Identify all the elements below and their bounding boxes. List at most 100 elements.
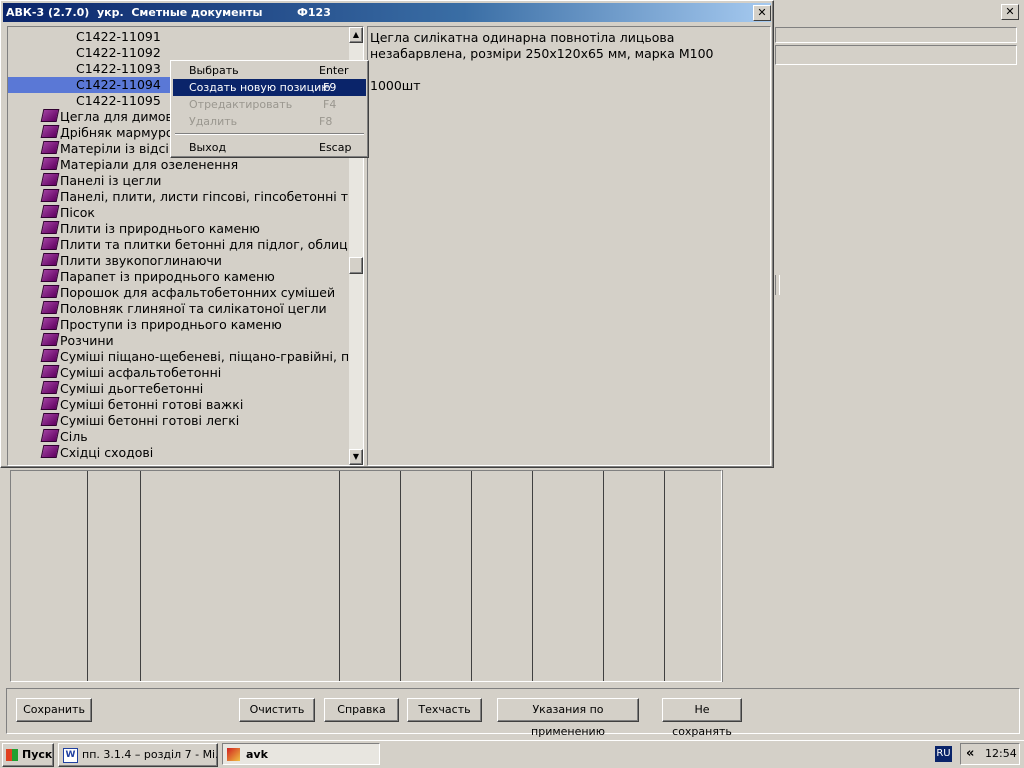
tree-item-label: Суміші бетонні готові легкі [60, 413, 240, 428]
tree-item-label: Суміші дьогтебетонні [60, 381, 204, 396]
scroll-up-button[interactable]: ▲ [349, 27, 363, 43]
tree-item[interactable]: Суміші піщано-щебеневі, піщано-гравійні,… [40, 349, 348, 365]
tree-item[interactable]: Порошок для асфальтобетонних сумішей [40, 285, 336, 301]
clock: 12:54 [985, 747, 1017, 760]
book-icon [40, 125, 60, 138]
windows-logo-icon [6, 749, 18, 761]
avk-icon [227, 748, 240, 761]
tree-item-label: Цегла для димови [60, 109, 182, 124]
scroll-down-button[interactable]: ▼ [349, 449, 363, 465]
tree-item-label: Суміші асфальтобетонні [60, 365, 222, 380]
book-icon [40, 189, 60, 202]
book-icon [40, 349, 60, 362]
book-icon [40, 269, 60, 282]
book-icon [40, 205, 60, 218]
help-button[interactable]: Справка [324, 698, 399, 722]
tree-item-label: С1422-11091 [76, 29, 161, 44]
tree-item-label: Дрібняк мармуро [60, 125, 174, 140]
menu-item-edit: Отредактировать F4 [189, 98, 337, 111]
tree-item-label: Східці сходові [60, 445, 154, 460]
menu-item-create-new[interactable]: Создать новую позицию F9 [173, 79, 366, 96]
tree-item[interactable]: С1422-11092 [8, 45, 348, 61]
tree-item-label: Матеріали для озеленення [60, 157, 239, 172]
bg-field-2 [775, 45, 1017, 65]
tree-item-label: Розчини [60, 333, 114, 348]
dialog-titlebar: АВК-3 (2.7.0) укр. Сметные документы Ф12… [3, 3, 771, 22]
tree-item-label: Проступи із природнього каменю [60, 317, 282, 332]
book-icon [40, 301, 60, 314]
menu-item-select[interactable]: Выбрать Enter [173, 62, 366, 79]
dont-save-button[interactable]: Не сохранять [662, 698, 742, 738]
tree-item[interactable]: Пісок [40, 205, 95, 221]
tree-item[interactable]: Сіль [40, 429, 88, 445]
close-icon: ✕ [757, 6, 767, 19]
scroll-thumb[interactable] [349, 257, 363, 274]
book-icon [40, 445, 60, 458]
tree-item[interactable]: Плити та плитки бетонні для підлог, обли… [40, 237, 348, 253]
word-icon: W [63, 748, 78, 763]
tree-item[interactable]: Розчини [40, 333, 114, 349]
tree-item-label: Суміші піщано-щебеневі, піщано-гравійні,… [60, 349, 348, 364]
menu-item-delete: Удалить F8 [189, 115, 333, 128]
tree-item[interactable]: Східці сходові [40, 445, 154, 461]
tree-item[interactable]: Цегла для димови [40, 109, 182, 125]
tree-item[interactable]: Дрібняк мармуро [40, 125, 174, 141]
tree-item[interactable]: Панелі із цегли [40, 173, 161, 189]
tree-item[interactable]: Половняк глиняної та силікатоної цегли [40, 301, 327, 317]
tree-item[interactable]: Плити звукопоглинаючи [40, 253, 222, 269]
estimate-grid[interactable] [10, 470, 722, 682]
tree-item-label: Пісок [60, 205, 95, 220]
tree-item-label: Плити звукопоглинаючи [60, 253, 222, 268]
tree-item-label: С1422-11092 [76, 45, 161, 60]
detail-unit: 1000шт [370, 78, 421, 93]
book-icon [40, 285, 60, 298]
start-button[interactable]: Пуск [2, 743, 54, 767]
tree-item-label: Сіль [60, 429, 88, 444]
tree-item-label: Плити та плитки бетонні для підлог, обли… [60, 237, 348, 252]
tree-item[interactable]: Суміші бетонні готові легкі [40, 413, 240, 429]
tree-item[interactable]: Плити із природнього каменю [40, 221, 260, 237]
tray-expand-icon[interactable]: « [966, 746, 974, 761]
tree-item-label: Половняк глиняної та силікатоної цегли [60, 301, 327, 316]
scroll-down-arrow-icon: ▼ [352, 452, 360, 461]
detail-name-line2: незабарвлена, розміри 250х120х65 мм, мар… [370, 46, 714, 61]
background-close-button[interactable]: ✕ [1001, 4, 1019, 20]
clear-button[interactable]: Очистить [239, 698, 315, 722]
tree-item-label: С1422-11094 [76, 77, 161, 92]
detail-name-line1: Цегла силікатна одинарна повнотіла лицьо… [370, 30, 675, 45]
tree-item[interactable]: Панелі, плити, листи гіпсові, гіпсобетон… [40, 189, 348, 205]
instructions-button[interactable]: Указания по применению [497, 698, 639, 738]
taskbar: Пуск W пп. 3.1.4 – розділ 7 - Mi... avk … [0, 740, 1024, 768]
tree-item-label: Матеріли із відсів [60, 141, 177, 156]
dialog-close-button[interactable]: ✕ [753, 5, 771, 21]
grid-right-edge [722, 470, 723, 682]
tree-item[interactable]: Матеріали для озеленення [40, 157, 239, 173]
tree-item-label: Порошок для асфальтобетонних сумішей [60, 285, 336, 300]
detail-panel: Цегла силікатна одинарна повнотіла лицьо… [367, 26, 771, 466]
tree-item[interactable]: С1422-11091 [8, 29, 348, 45]
tree-item[interactable]: Суміші дьогтебетонні [40, 381, 204, 397]
book-icon [40, 333, 60, 346]
book-icon [40, 237, 60, 250]
task-word[interactable]: W пп. 3.1.4 – розділ 7 - Mi... [58, 743, 218, 767]
techpart-button[interactable]: Техчасть [407, 698, 482, 722]
scroll-up-arrow-icon: ▲ [352, 30, 360, 39]
bg-field-1 [775, 27, 1017, 43]
book-icon [40, 157, 60, 170]
book-icon [40, 397, 60, 410]
book-icon [40, 221, 60, 234]
tree-item[interactable]: Проступи із природнього каменю [40, 317, 282, 333]
menu-item-exit[interactable]: Выход Escap [173, 139, 366, 156]
language-indicator[interactable]: RU [935, 746, 952, 762]
tree-item-label: Парапет із природнього каменю [60, 269, 275, 284]
save-button[interactable]: Сохранить [16, 698, 92, 722]
tree-item[interactable]: Суміші асфальтобетонні [40, 365, 222, 381]
task-avk[interactable]: avk [222, 743, 380, 765]
tree-item[interactable]: Матеріли із відсів [40, 141, 177, 157]
menu-separator [175, 133, 364, 135]
tree-item[interactable]: Парапет із природнього каменю [40, 269, 275, 285]
tree-item[interactable]: Суміші бетонні готові важкі [40, 397, 243, 413]
book-icon [40, 365, 60, 378]
book-icon [40, 109, 60, 122]
material-dialog: АВК-3 (2.7.0) укр. Сметные документы Ф12… [0, 0, 774, 468]
